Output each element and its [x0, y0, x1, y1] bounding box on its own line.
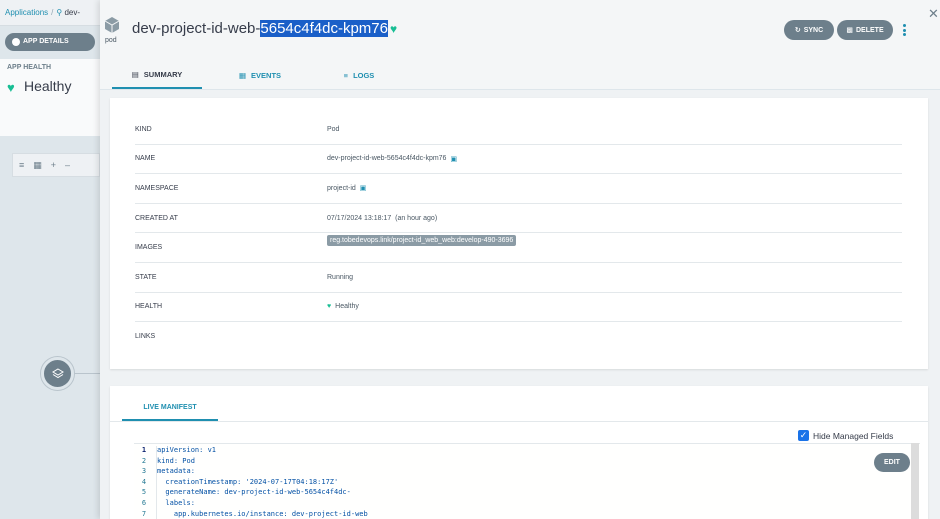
manifest-card: LIVE MANIFEST ✓ Hide Managed Fields 1 2 … — [110, 386, 928, 519]
line-number: 5 — [141, 488, 147, 497]
page-title: dev-project-id-web-5654c4f4dc-kpm76 ♥ — [132, 20, 397, 37]
line-number: 7 — [141, 509, 147, 518]
row-key: NAMESPACE — [135, 184, 179, 192]
calendar-icon: ▦ — [238, 71, 247, 80]
cube-icon — [104, 17, 120, 33]
clipboard-icon[interactable]: ▣ — [360, 184, 367, 192]
resource-kind-label: pod — [105, 37, 117, 44]
hide-managed-fields-toggle[interactable]: ✓ Hide Managed Fields — [798, 430, 893, 441]
tab-summary-label: SUMMARY — [143, 70, 183, 79]
title-prefix: dev-project-id-web- — [132, 20, 261, 37]
panel-header: pod dev-project-id-web-5654c4f4dc-kpm76 ♥… — [100, 0, 940, 90]
row-value: Healthy — [335, 303, 359, 311]
delete-label: DELETE — [856, 26, 884, 34]
breadcrumb-current[interactable]: dev- — [64, 8, 80, 17]
breadcrumb: Applications / ⚲ dev- — [0, 0, 100, 26]
code-line: app.kubernetes.io/instance: dev-project-… — [157, 509, 368, 518]
heart-icon: ♥ — [389, 22, 398, 36]
image-chip: reg.tobedevops.link/project-id_web_web:d… — [327, 235, 517, 247]
resource-details-panel: pod dev-project-id-web-5654c4f4dc-kpm76 ♥… — [100, 0, 940, 519]
code-line: metadata: — [157, 467, 195, 476]
line-number: 2 — [141, 456, 147, 465]
tab-events[interactable]: ▦ EVENTS — [230, 62, 290, 89]
clipboard-icon[interactable]: ▣ — [450, 155, 457, 163]
list-icon: ≡ — [343, 71, 349, 80]
app-health-label: APP HEALTH — [7, 64, 52, 71]
breadcrumb-applications[interactable]: Applications — [5, 8, 48, 17]
sync-icon: ↻ — [794, 27, 801, 34]
code-line: apiVersion: v1 — [157, 446, 217, 454]
editor-scrollbar[interactable] — [911, 443, 919, 519]
tab-summary[interactable]: ▤ SUMMARY — [112, 62, 202, 89]
summary-row-links: LINKS — [135, 322, 902, 352]
code-lines: apiVersion: v1 kind: Pod metadata: creat… — [156, 446, 368, 519]
more-menu-icon[interactable] — [900, 22, 908, 38]
graph-toolbar: ≡ ▦ + – — [12, 153, 100, 177]
zoom-in-icon[interactable]: + — [51, 160, 56, 170]
delete-button[interactable]: ▩ DELETE — [837, 20, 893, 40]
title-highlight: 5654c4f4dc-kpm76 — [260, 20, 388, 37]
search-icon: ⚲ — [56, 8, 63, 17]
summary-row-images: IMAGES reg.tobedevops.link/project-id_we… — [135, 233, 902, 263]
row-key: STATE — [135, 273, 157, 281]
divider — [110, 421, 928, 422]
sync-button[interactable]: ↻ SYNC — [784, 20, 834, 40]
summary-row-kind: KIND Pod — [135, 115, 902, 145]
row-value: 07/17/2024 13:18:17 (an hour ago) — [327, 214, 438, 222]
summary-row-created-at: CREATED AT 07/17/2024 13:18:17 (an hour … — [135, 204, 902, 234]
summary-row-namespace: NAMESPACE project-id ▣ — [135, 174, 902, 204]
summary-row-state: STATE Running — [135, 263, 902, 293]
tab-events-label: EVENTS — [251, 71, 282, 80]
tree-view-icon[interactable]: ≡ — [19, 160, 24, 170]
hide-managed-fields-label: Hide Managed Fields — [813, 430, 894, 441]
code-line: kind: Pod — [157, 456, 195, 465]
tab-bar: ▤ SUMMARY ▦ EVENTS ≡ LOGS — [100, 62, 940, 90]
trash-icon: ▩ — [846, 27, 853, 34]
tab-logs-label: LOGS — [353, 71, 375, 80]
graph-node[interactable] — [41, 357, 74, 390]
heart-icon: ♥ — [7, 80, 15, 95]
row-key: LINKS — [135, 333, 156, 341]
row-key: KIND — [135, 125, 152, 133]
layers-icon — [52, 368, 64, 379]
code-line: generateName: dev-project-id-web-5654c4f… — [157, 488, 351, 497]
summary-card: KIND Pod NAME dev-project-id-web-5654c4f… — [110, 98, 928, 369]
app-details-button[interactable]: APP DETAILS — [5, 33, 95, 51]
app-health-panel: APP HEALTH ♥ Healthy — [0, 59, 100, 136]
checkbox[interactable]: ✓ — [798, 430, 809, 441]
summary-row-health: HEALTH ♥ Healthy — [135, 293, 902, 323]
row-key: HEALTH — [135, 303, 163, 311]
row-key: IMAGES — [135, 244, 163, 252]
network-view-icon[interactable]: ▦ — [33, 160, 42, 171]
line-number-gutter: 1 2 3 4 5 6 7 — [134, 446, 154, 519]
line-number: 3 — [141, 467, 147, 476]
row-value: Running — [327, 273, 354, 281]
info-icon — [12, 38, 20, 46]
document-icon: ▤ — [131, 70, 139, 79]
code-line: creationTimestamp: '2024-07-17T04:18:17Z… — [157, 477, 339, 486]
row-key: CREATED AT — [135, 214, 178, 222]
row-key: NAME — [135, 155, 156, 163]
tab-logs[interactable]: ≡ LOGS — [336, 62, 382, 89]
code-line: labels: — [157, 498, 195, 507]
row-value: Pod — [327, 125, 340, 133]
heart-icon: ♥ — [327, 303, 332, 311]
line-number: 6 — [141, 498, 147, 507]
background-app: Applications / ⚲ dev- APP DETAILS APP HEAL… — [0, 0, 100, 519]
line-number: 1 — [141, 446, 147, 454]
sync-label: SYNC — [803, 26, 824, 34]
tab-live-manifest[interactable]: LIVE MANIFEST — [122, 396, 218, 421]
breadcrumb-separator: / — [51, 8, 54, 17]
graph-edge — [74, 373, 100, 374]
line-number: 4 — [141, 477, 147, 486]
app-details-label: APP DETAILS — [23, 38, 69, 45]
zoom-out-icon[interactable]: – — [65, 160, 70, 170]
row-value: project-id — [327, 184, 356, 192]
code-editor[interactable]: 1 2 3 4 5 6 7 apiVersion: v1 kind: Pod m… — [134, 443, 920, 519]
edit-button[interactable]: EDIT — [874, 453, 910, 472]
row-value: dev-project-id-web-5654c4f4dc-kpm76 — [327, 155, 447, 163]
summary-row-name: NAME dev-project-id-web-5654c4f4dc-kpm76… — [135, 145, 902, 175]
app-health-value: Healthy — [24, 78, 72, 94]
close-icon[interactable]: ✕ — [928, 6, 939, 22]
